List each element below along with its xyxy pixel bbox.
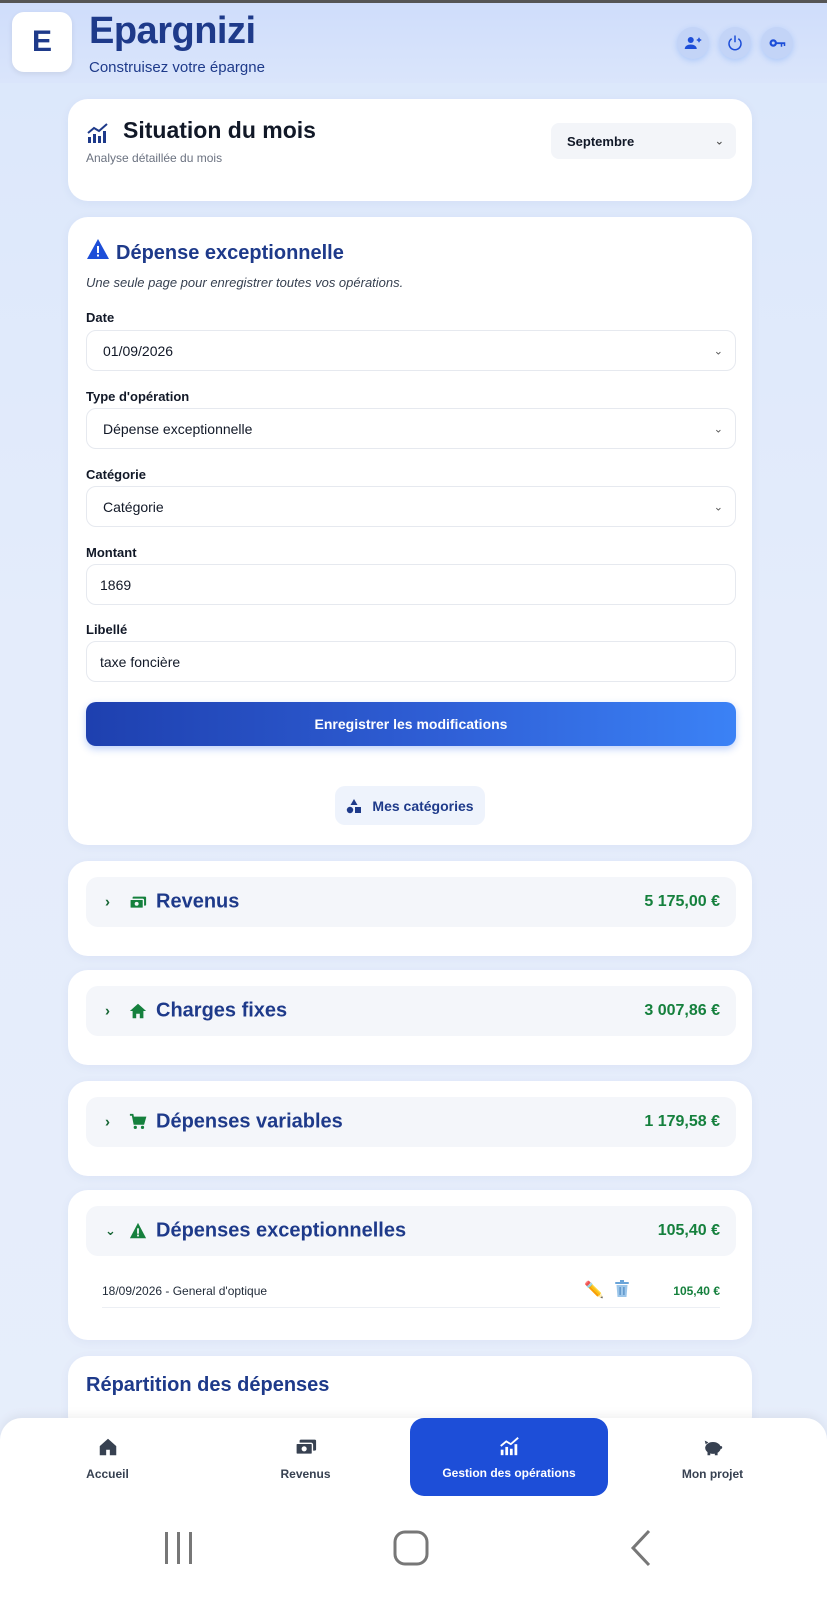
recent-apps-icon[interactable] [159,1528,199,1568]
form-description: Une seule page pour enregistrer toutes v… [86,275,404,290]
operation-text: 18/09/2026 - General d'optique [102,1284,268,1298]
section-header-depenses-exceptionnelles[interactable]: ⌄ Dépenses exceptionnelles 105,40 € [86,1206,736,1256]
section-charges-fixes: › Charges fixes 3 007,86 € [68,970,752,1065]
warning-icon [87,239,109,259]
logout-button[interactable] [719,27,751,59]
my-categories-label: Mes catégories [372,797,474,814]
piggy-bank-icon [704,1440,722,1455]
nav-accueil[interactable]: Accueil [45,1418,170,1498]
chevron-down-icon: ⌄ [713,501,723,513]
app-logo: E [12,12,72,72]
libelle-label: Libellé [86,622,128,637]
money-icon [129,896,147,909]
amount-label: Montant [86,545,137,560]
chevron-right-icon: › [105,1002,110,1020]
section-amount: 5 175,00 € [644,893,720,910]
type-select[interactable]: Dépense exceptionnelle ⌄ [86,408,736,449]
section-label: Revenus [156,890,240,913]
date-label: Date [86,310,115,325]
system-navigation-bar [0,1498,827,1600]
home-icon [99,1438,116,1455]
section-amount: 105,40 € [657,1222,720,1239]
date-select[interactable]: 01/09/2026 ⌄ [86,330,736,371]
trash-icon[interactable] [614,1280,630,1298]
section-label: Charges fixes [156,999,288,1022]
power-icon [728,35,742,51]
chevron-right-icon: › [105,1113,110,1131]
app-subtitle: Construisez votre épargne [89,59,265,76]
save-button[interactable]: Enregistrer les modifications [86,702,736,746]
app-title: Epargnizi [89,10,256,52]
month-select-value: Septembre [567,133,635,149]
section-revenus: › Revenus 5 175,00 € [68,861,752,956]
section-label: Dépenses variables [156,1110,343,1133]
form-title: Dépense exceptionnelle [116,242,344,264]
category-value: Catégorie [103,498,164,515]
chevron-down-icon: ⌄ [105,1223,116,1238]
money-icon [294,1439,316,1455]
nav-label: Revenus [280,1466,331,1481]
chevron-down-icon: ⌄ [714,135,724,148]
operation-amount: 105,40 € [673,1284,720,1298]
libelle-value: taxe foncière [100,653,181,670]
section-depenses-exceptionnelles: ⌄ Dépenses exceptionnelles 105,40 € 18/0… [68,1190,752,1340]
chart-icon [500,1436,519,1455]
month-select[interactable]: Septembre ⌄ [551,123,736,159]
situation-title: Situation du mois [123,117,316,143]
password-button[interactable] [761,27,793,59]
key-icon [769,39,786,47]
add-user-icon [684,37,702,49]
date-value: 01/09/2026 [103,342,174,359]
warning-icon [129,1222,147,1239]
shapes-icon [347,798,362,813]
nav-gestion-operations[interactable]: Gestion des opérations [410,1418,608,1496]
nav-label: Accueil [86,1466,129,1481]
bottom-navigation: Accueil Revenus Gestion des opérations M… [0,1418,827,1498]
home-button-icon[interactable] [391,1528,431,1568]
libelle-input[interactable]: taxe foncière [86,641,736,682]
chevron-right-icon: › [105,893,110,911]
back-icon[interactable] [623,1528,663,1568]
type-value: Dépense exceptionnelle [103,420,253,437]
nav-mon-projet[interactable]: Mon projet [650,1418,775,1498]
section-amount: 3 007,86 € [644,1002,720,1019]
situation-subtitle: Analyse détaillée du mois [86,151,223,165]
app-header: E Epargnizi Construisez votre épargne [0,3,827,83]
chevron-down-icon: ⌄ [713,423,723,435]
category-select[interactable]: Catégorie ⌄ [86,486,736,527]
nav-revenus[interactable]: Revenus [243,1418,368,1498]
section-depenses-variables: › Dépenses variables 1 179,58 € [68,1081,752,1176]
section-header-charges-fixes[interactable]: › Charges fixes 3 007,86 € [86,986,736,1036]
home-icon [129,1003,147,1019]
nav-label: Gestion des opérations [442,1465,576,1480]
amount-input[interactable]: 1869 [86,564,736,605]
section-label: Dépenses exceptionnelles [156,1219,407,1242]
amount-value: 1869 [100,576,132,593]
type-label: Type d'opération [86,389,190,404]
chart-icon [87,123,108,143]
section-header-revenus[interactable]: › Revenus 5 175,00 € [86,877,736,927]
edit-icon[interactable]: ✏️ [584,1280,604,1300]
nav-label: Mon projet [681,1466,744,1481]
repartition-title: Répartition des dépenses [86,1374,330,1396]
section-amount: 1 179,58 € [644,1113,720,1130]
add-user-button[interactable] [677,27,709,59]
cart-icon [129,1113,147,1130]
operation-form-card: Dépense exceptionnelle Une seule page po… [68,217,752,845]
category-label: Catégorie [86,467,146,482]
my-categories-button[interactable]: Mes catégories [335,786,485,825]
section-header-depenses-variables[interactable]: › Dépenses variables 1 179,58 € [86,1097,736,1147]
operation-row: 18/09/2026 - General d'optique ✏️ 105,40… [102,1274,720,1308]
chevron-down-icon: ⌄ [713,345,723,357]
situation-card: Situation du mois Analyse détaillée du m… [68,99,752,201]
